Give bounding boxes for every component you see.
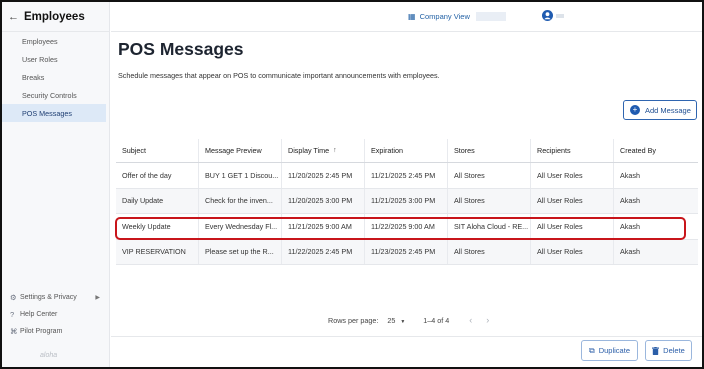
- column-header-stores[interactable]: Stores: [448, 139, 531, 162]
- selected-row-highlight: [115, 217, 686, 240]
- pagination: Rows per page: 25 ▼ 1–4 of 4 ‹ ›: [328, 315, 489, 325]
- app-window: ← Employees Employees User Roles Breaks …: [0, 0, 704, 369]
- sort-ascending-icon: ↑: [333, 147, 337, 154]
- user-name-redacted: [556, 13, 564, 18]
- store-icon: ▦: [408, 12, 416, 21]
- column-header-recipients[interactable]: Recipients: [531, 139, 614, 162]
- table-row[interactable]: VIP RESERVATION Please set up the R... 1…: [116, 239, 698, 265]
- page-title: POS Messages: [118, 39, 244, 59]
- copy-icon: ⧉: [589, 345, 595, 355]
- sidebar-item-user-roles[interactable]: User Roles: [2, 50, 109, 68]
- cell-stores: All Stores: [448, 239, 531, 264]
- sidebar-item-breaks[interactable]: Breaks: [2, 68, 109, 86]
- delete-button[interactable]: Delete: [645, 340, 692, 361]
- trash-icon: [652, 346, 660, 355]
- sidebar-item-pos-messages[interactable]: POS Messages: [2, 104, 106, 122]
- previous-page-icon[interactable]: ‹: [469, 315, 472, 325]
- cell-created-by: Akash: [620, 247, 640, 257]
- cell-message-preview: BUY 1 GET 1 Discou...: [199, 163, 282, 188]
- column-header-created-by[interactable]: Created By: [614, 139, 698, 162]
- cell-stores: All Stores: [448, 188, 531, 213]
- cell-recipients: All User Roles: [531, 239, 614, 264]
- footer-divider: [111, 336, 702, 337]
- cell-subject: Offer of the day: [116, 163, 199, 188]
- cell-display-time: 11/22/2025 2:45 PM: [282, 239, 365, 264]
- delete-label: Delete: [663, 346, 685, 355]
- gear-icon: ⚙: [10, 293, 17, 302]
- aloha-logo: aloha: [40, 352, 58, 359]
- cell-display-time: 11/20/2025 2:45 PM: [282, 163, 365, 188]
- cell-expiration: 11/21/2025 2:45 PM: [365, 163, 448, 188]
- display-time-label: Display Time: [288, 146, 330, 155]
- column-header-message-preview[interactable]: Message Preview: [199, 139, 282, 162]
- sidebar-item-security-controls[interactable]: Security Controls: [2, 86, 109, 104]
- cell-expiration: 11/21/2025 3:00 PM: [365, 188, 448, 213]
- back-arrow-icon[interactable]: ←: [8, 11, 20, 23]
- sidebar-settings-privacy[interactable]: ⚙ Settings & Privacy ▶: [2, 289, 110, 306]
- cell-stores: All Stores: [448, 163, 531, 188]
- sidebar-pilot-program[interactable]: ⌘ Pilot Program: [2, 323, 110, 340]
- company-name-redacted: [475, 12, 506, 21]
- column-header-subject[interactable]: Subject: [116, 139, 199, 162]
- plus-circle-icon: +: [630, 105, 640, 115]
- add-message-label: Add Message: [645, 105, 691, 115]
- add-message-button[interactable]: + Add Message: [623, 100, 697, 120]
- rows-per-page-value: 25: [387, 315, 396, 325]
- cell-subject: VIP RESERVATION: [116, 239, 199, 264]
- duplicate-button[interactable]: ⧉ Duplicate: [581, 340, 638, 361]
- cell-recipients: All User Roles: [531, 163, 614, 188]
- company-view-label: Company View: [419, 12, 470, 21]
- user-avatar-icon: [542, 10, 553, 21]
- sidebar-title: Employees: [24, 10, 85, 23]
- cell-created-by: Akash: [620, 170, 640, 180]
- pilot-icon: ⌘: [10, 327, 18, 336]
- table-row[interactable]: Daily Update Check for the inven... 11/2…: [116, 188, 698, 214]
- sidebar-header: ← Employees: [2, 2, 109, 32]
- rows-per-page-label: Rows per page:: [328, 315, 379, 325]
- help-icon: ?: [10, 310, 15, 319]
- sidebar-footer: ⚙ Settings & Privacy ▶ ? Help Center ⌘ P…: [2, 289, 110, 340]
- table-header-row: Subject Message Preview Display Time ↑ E…: [116, 139, 698, 163]
- table-row[interactable]: Offer of the day BUY 1 GET 1 Discou... 1…: [116, 163, 698, 189]
- sidebar-nav: Employees User Roles Breaks Security Con…: [2, 32, 109, 122]
- page-subtitle: Schedule messages that appear on POS to …: [118, 71, 440, 80]
- company-view-button[interactable]: ▦ Company View: [408, 12, 506, 21]
- cell-message-preview: Please set up the R...: [199, 239, 282, 264]
- sidebar: ← Employees Employees User Roles Breaks …: [2, 2, 110, 367]
- dropdown-caret-icon: ▼: [400, 318, 406, 325]
- cell-subject: Daily Update: [116, 188, 199, 213]
- sidebar-help-center[interactable]: ? Help Center: [2, 306, 110, 323]
- pagination-range: 1–4 of 4: [423, 315, 450, 325]
- sidebar-item-employees[interactable]: Employees: [2, 32, 109, 50]
- cell-expiration: 11/23/2025 2:45 PM: [365, 239, 448, 264]
- pilot-label: Pilot Program: [20, 328, 63, 335]
- chevron-right-icon: ▶: [95, 295, 100, 301]
- messages-table: Subject Message Preview Display Time ↑ E…: [116, 139, 698, 265]
- next-page-icon[interactable]: ›: [486, 315, 489, 325]
- settings-label: Settings & Privacy: [20, 294, 77, 301]
- duplicate-label: Duplicate: [598, 346, 630, 355]
- user-menu[interactable]: [542, 10, 564, 21]
- cell-created-by: Akash: [620, 196, 640, 206]
- cell-recipients: All User Roles: [531, 188, 614, 213]
- column-header-display-time[interactable]: Display Time ↑: [282, 139, 365, 162]
- column-header-expiration[interactable]: Expiration: [365, 139, 448, 162]
- cell-display-time: 11/20/2025 3:00 PM: [282, 188, 365, 213]
- help-label: Help Center: [20, 311, 58, 318]
- rows-per-page-select[interactable]: 25 ▼: [387, 316, 405, 325]
- cell-message-preview: Check for the inven...: [199, 188, 282, 213]
